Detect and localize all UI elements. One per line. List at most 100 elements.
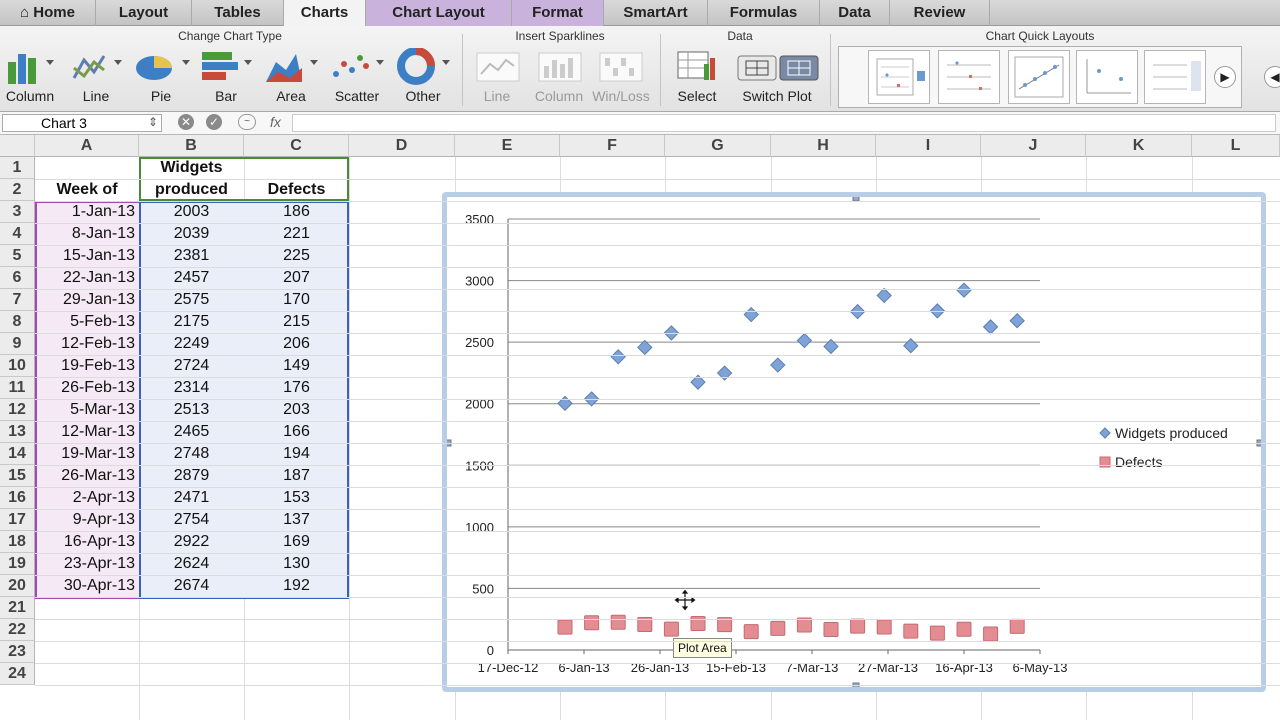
table-cell[interactable]: 203 bbox=[244, 399, 349, 421]
row-header[interactable]: 24 bbox=[0, 663, 35, 685]
table-cell[interactable]: 2674 bbox=[139, 575, 244, 597]
table-cell[interactable]: 153 bbox=[244, 487, 349, 509]
row-header[interactable]: 7 bbox=[0, 289, 35, 311]
select-all-corner[interactable] bbox=[0, 135, 35, 157]
column-chart-button[interactable]: Column bbox=[0, 26, 60, 112]
gallery-next-button[interactable]: ▶ bbox=[1214, 66, 1236, 88]
row-header[interactable]: 14 bbox=[0, 443, 35, 465]
row-header[interactable]: 5 bbox=[0, 245, 35, 267]
chart-canvas[interactable]: 050010001500200025003000350017-Dec-12 6-J… bbox=[444, 194, 1264, 690]
table-cell[interactable]: 166 bbox=[244, 421, 349, 443]
column-header-l[interactable]: L bbox=[1192, 135, 1280, 157]
area-chart-button[interactable]: Area bbox=[260, 26, 322, 112]
table-cell[interactable]: 225 bbox=[244, 245, 349, 267]
table-cell[interactable]: 23-Apr-13 bbox=[35, 553, 135, 575]
table-cell[interactable]: 2922 bbox=[139, 531, 244, 553]
tab-format[interactable]: Format bbox=[512, 0, 604, 26]
quick-layout-4[interactable] bbox=[1076, 50, 1138, 104]
table-cell[interactable]: 221 bbox=[244, 223, 349, 245]
row-header[interactable]: 15 bbox=[0, 465, 35, 487]
tab-chart-layout[interactable]: Chart Layout bbox=[366, 0, 512, 26]
table-cell[interactable]: 26-Feb-13 bbox=[35, 377, 135, 399]
tab-smartart[interactable]: SmartArt bbox=[604, 0, 708, 26]
table-cell[interactable]: 2003 bbox=[139, 201, 244, 223]
bar-chart-button[interactable]: Bar bbox=[196, 26, 256, 112]
column-header-h[interactable]: H bbox=[771, 135, 876, 157]
table-cell[interactable]: 2624 bbox=[139, 553, 244, 575]
table-cell[interactable]: 2249 bbox=[139, 333, 244, 355]
quick-layout-5[interactable] bbox=[1144, 50, 1206, 104]
table-cell[interactable]: 22-Jan-13 bbox=[35, 267, 135, 289]
table-cell[interactable]: 26-Mar-13 bbox=[35, 465, 135, 487]
cancel-icon[interactable]: ✕ bbox=[178, 114, 194, 130]
sparkline-line-button[interactable]: Line bbox=[468, 26, 526, 112]
table-cell[interactable]: 2879 bbox=[139, 465, 244, 487]
row-header[interactable]: 17 bbox=[0, 509, 35, 531]
header-defects[interactable]: Defects bbox=[244, 179, 349, 201]
column-header-e[interactable]: E bbox=[455, 135, 560, 157]
row-header[interactable]: 6 bbox=[0, 267, 35, 289]
column-header-j[interactable]: J bbox=[981, 135, 1086, 157]
row-header[interactable]: 21 bbox=[0, 597, 35, 619]
tab-formulas[interactable]: Formulas bbox=[708, 0, 820, 26]
row-header[interactable]: 9 bbox=[0, 333, 35, 355]
row-header[interactable]: 2 bbox=[0, 179, 35, 201]
table-cell[interactable]: 207 bbox=[244, 267, 349, 289]
row-header[interactable]: 4 bbox=[0, 223, 35, 245]
table-cell[interactable]: 206 bbox=[244, 333, 349, 355]
column-header-c[interactable]: C bbox=[244, 135, 349, 157]
quick-layout-3[interactable] bbox=[1008, 50, 1070, 104]
table-cell[interactable]: 2748 bbox=[139, 443, 244, 465]
table-cell[interactable]: 12-Feb-13 bbox=[35, 333, 135, 355]
table-cell[interactable]: 2175 bbox=[139, 311, 244, 333]
row-header[interactable]: 3 bbox=[0, 201, 35, 223]
table-cell[interactable]: 12-Mar-13 bbox=[35, 421, 135, 443]
row-header[interactable]: 12 bbox=[0, 399, 35, 421]
switch-plot-button[interactable]: Switch Plot bbox=[732, 26, 822, 112]
table-cell[interactable]: 187 bbox=[244, 465, 349, 487]
select-data-button[interactable]: Select bbox=[668, 26, 726, 112]
other-chart-button[interactable]: Other bbox=[392, 26, 454, 112]
table-cell[interactable]: 9-Apr-13 bbox=[35, 509, 135, 531]
table-cell[interactable]: 169 bbox=[244, 531, 349, 553]
fx-label[interactable]: fx bbox=[270, 114, 281, 130]
tab-data[interactable]: Data bbox=[820, 0, 890, 26]
column-header-b[interactable]: B bbox=[139, 135, 244, 157]
row-header[interactable]: 20 bbox=[0, 575, 35, 597]
column-header-g[interactable]: G bbox=[665, 135, 771, 157]
table-cell[interactable]: 2-Apr-13 bbox=[35, 487, 135, 509]
table-cell[interactable]: 5-Feb-13 bbox=[35, 311, 135, 333]
sparkline-winloss-button[interactable]: Win/Loss bbox=[590, 26, 652, 112]
quick-layout-1[interactable] bbox=[868, 50, 930, 104]
header-week-of[interactable]: Week of bbox=[35, 179, 139, 201]
table-cell[interactable]: 30-Apr-13 bbox=[35, 575, 135, 597]
row-header[interactable]: 13 bbox=[0, 421, 35, 443]
row-header[interactable]: 10 bbox=[0, 355, 35, 377]
row-header[interactable]: 16 bbox=[0, 487, 35, 509]
table-cell[interactable]: 137 bbox=[244, 509, 349, 531]
table-cell[interactable]: 170 bbox=[244, 289, 349, 311]
table-cell[interactable]: 2754 bbox=[139, 509, 244, 531]
table-cell[interactable]: 2513 bbox=[139, 399, 244, 421]
table-cell[interactable]: 2465 bbox=[139, 421, 244, 443]
table-cell[interactable]: 15-Jan-13 bbox=[35, 245, 135, 267]
column-header-a[interactable]: A bbox=[35, 135, 139, 157]
scatter-chart-button[interactable]: Scatter bbox=[326, 26, 388, 112]
header-widgets-line1[interactable]: Widgets bbox=[139, 157, 244, 179]
row-header[interactable]: 8 bbox=[0, 311, 35, 333]
column-header-f[interactable]: F bbox=[560, 135, 665, 157]
table-cell[interactable]: 2314 bbox=[139, 377, 244, 399]
confirm-icon[interactable]: ✓ bbox=[206, 114, 222, 130]
table-cell[interactable]: 2457 bbox=[139, 267, 244, 289]
name-box[interactable]: Chart 3 bbox=[2, 114, 162, 132]
table-cell[interactable]: 2381 bbox=[139, 245, 244, 267]
row-header[interactable]: 22 bbox=[0, 619, 35, 641]
table-cell[interactable]: 8-Jan-13 bbox=[35, 223, 135, 245]
header-widgets-line2[interactable]: produced bbox=[139, 179, 244, 201]
table-cell[interactable]: 1-Jan-13 bbox=[35, 201, 135, 223]
tab-review[interactable]: Review bbox=[890, 0, 990, 26]
tab-home[interactable]: ⌂ Home bbox=[0, 0, 96, 26]
column-header-k[interactable]: K bbox=[1086, 135, 1192, 157]
tab-layout[interactable]: Layout bbox=[96, 0, 192, 26]
table-cell[interactable]: 186 bbox=[244, 201, 349, 223]
